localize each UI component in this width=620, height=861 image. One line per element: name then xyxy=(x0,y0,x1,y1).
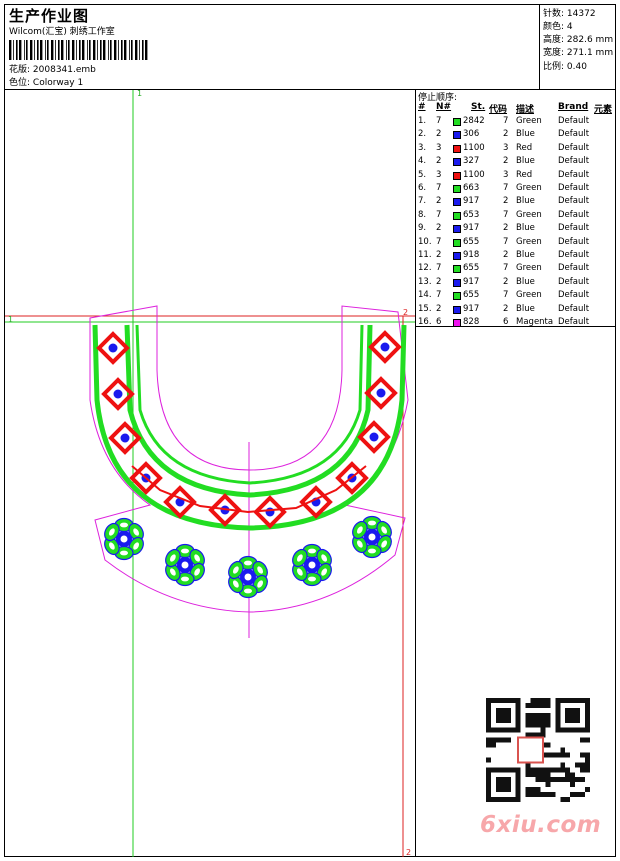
flower xyxy=(104,517,144,561)
flower-center-dot xyxy=(181,561,189,569)
flower-center-dot xyxy=(120,535,128,543)
flower-center-dot xyxy=(368,533,376,541)
petal-highlight xyxy=(120,522,128,528)
diamond-dot xyxy=(369,432,379,442)
diamond-dot xyxy=(108,343,118,353)
petal-highlight xyxy=(120,550,128,556)
petal-highlight xyxy=(244,588,252,594)
diamond-dot xyxy=(380,342,390,352)
petal-highlight xyxy=(308,576,316,582)
flower-center-dot xyxy=(244,573,252,581)
diamond-dot xyxy=(113,389,123,399)
watermark-logo: 6xiu.com xyxy=(480,812,602,838)
petal-highlight xyxy=(368,520,376,526)
flower xyxy=(228,555,268,599)
diamond-dot xyxy=(120,433,130,443)
flower-center-dot xyxy=(308,561,316,569)
petal-highlight xyxy=(181,576,189,582)
guide-h1-label: 1 xyxy=(8,315,13,324)
diamond-dot xyxy=(265,507,275,517)
petal-highlight xyxy=(244,560,252,566)
guide-h2-label: 2 xyxy=(403,308,408,317)
flower xyxy=(165,543,205,587)
seal-stamp xyxy=(517,736,544,764)
petal-highlight xyxy=(368,548,376,554)
petal-highlight xyxy=(308,548,316,554)
flower xyxy=(352,515,392,559)
qr-code xyxy=(486,698,590,802)
guide-v1-label: 1 xyxy=(137,89,142,98)
petal-highlight xyxy=(181,548,189,554)
flower xyxy=(292,543,332,587)
diamond-dot xyxy=(376,388,386,398)
guide-v2-label: 2 xyxy=(406,848,411,857)
